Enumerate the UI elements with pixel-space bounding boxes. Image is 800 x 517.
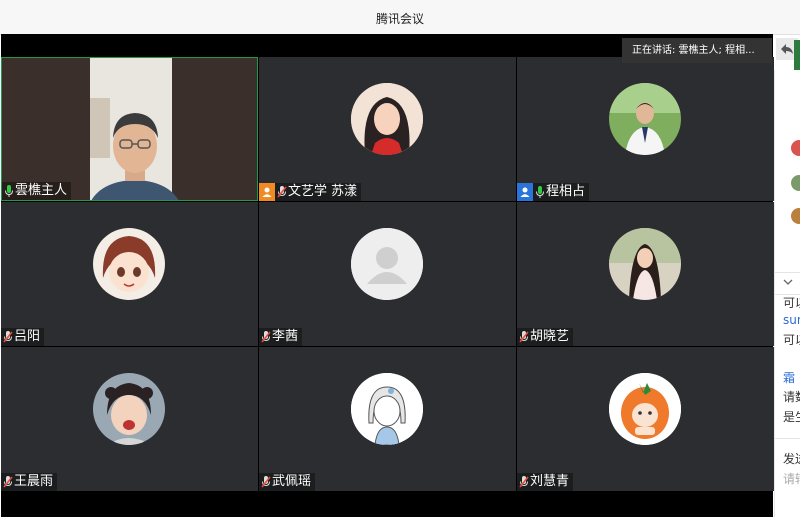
name-bar: 程相占: [517, 183, 590, 201]
mic-muted-icon: [3, 331, 13, 343]
member-avatar: [791, 175, 800, 191]
participant-name: 李茜: [272, 329, 299, 344]
participant-name: 王晨雨: [14, 474, 54, 489]
participant-tile[interactable]: 刘慧青: [517, 347, 774, 491]
divider: [775, 272, 800, 273]
participant-name: 刘慧青: [530, 474, 570, 489]
name-bar: 刘慧青: [517, 473, 574, 491]
mic-on-icon: [536, 186, 544, 198]
name-bar: 胡晓艺: [517, 328, 574, 346]
chat-sender: 霜: [783, 371, 796, 385]
participant-tile[interactable]: 雲樵主人: [1, 57, 258, 201]
participant-tile[interactable]: 文艺学 苏漾: [259, 57, 516, 201]
mic-muted-icon: [261, 331, 271, 343]
mic-muted-icon: [261, 476, 271, 488]
mic-muted-icon: [519, 331, 529, 343]
participant-tile[interactable]: 程相占: [517, 57, 774, 201]
chat-input[interactable]: 请输: [783, 470, 800, 487]
chat-sender: sun: [783, 313, 800, 327]
participant-tile[interactable]: 武佩瑶: [259, 347, 516, 491]
avatar: [609, 228, 681, 300]
host-badge-icon: [259, 183, 275, 201]
member-avatar: [791, 208, 800, 224]
default-avatar-icon: [351, 228, 423, 300]
name-bar: 文艺学 苏漾: [259, 183, 362, 201]
participant-name: 武佩瑶: [272, 474, 312, 489]
participant-grid: 雲樵主人 文艺学 苏漾 程相占 吕阳 李茜 胡晓艺 王晨雨 武佩瑶 刘慧青: [1, 57, 774, 491]
name-bar: 武佩瑶: [259, 473, 316, 491]
mic-muted-icon: [519, 476, 529, 488]
cohost-badge-icon: [517, 183, 533, 201]
avatar: [93, 228, 165, 300]
participant-name: 程相占: [546, 184, 586, 199]
participant-tile[interactable]: 吕阳: [1, 202, 258, 346]
participant-tile[interactable]: 王晨雨: [1, 347, 258, 491]
name-bar: 吕阳: [1, 328, 45, 346]
mic-muted-icon: [3, 476, 13, 488]
mic-on-icon: [5, 185, 13, 197]
title-bar: 腾讯会议: [0, 0, 800, 35]
name-bar: 雲樵主人: [2, 182, 72, 200]
participant-name: 文艺学 苏漾: [288, 184, 358, 199]
chevron-down-icon[interactable]: [783, 278, 793, 286]
name-bar: 李茜: [259, 328, 303, 346]
participant-name: 胡晓艺: [530, 329, 570, 344]
name-bar: 王晨雨: [1, 473, 58, 491]
chat-send-label[interactable]: 发送: [783, 450, 800, 467]
video-feed: [2, 58, 257, 200]
chat-message: 可以: [783, 333, 800, 347]
avatar: [93, 373, 165, 445]
participant-tile[interactable]: 李茜: [259, 202, 516, 346]
avatar: [609, 373, 681, 445]
avatar: [351, 373, 423, 445]
member-avatar: [791, 140, 800, 156]
avatar: [351, 83, 423, 155]
participant-tile[interactable]: 胡晓艺: [517, 202, 774, 346]
chat-message: 是生: [783, 410, 800, 424]
chat-message: 请数: [783, 390, 800, 404]
chat-message: 可以: [783, 296, 800, 310]
participant-name: 雲樵主人: [15, 183, 68, 198]
right-panel: 可以 sun 可以 霜 请数 是生 发送 请输: [774, 70, 800, 517]
speaking-indicator: 正在讲话: 雲樵主人; 程相...: [622, 38, 772, 63]
mic-muted-icon: [277, 186, 287, 198]
avatar: [609, 83, 681, 155]
window-title: 腾讯会议: [375, 12, 424, 26]
reply-arrow-icon: [781, 44, 793, 54]
participant-name: 吕阳: [14, 329, 41, 344]
divider: [775, 438, 800, 439]
